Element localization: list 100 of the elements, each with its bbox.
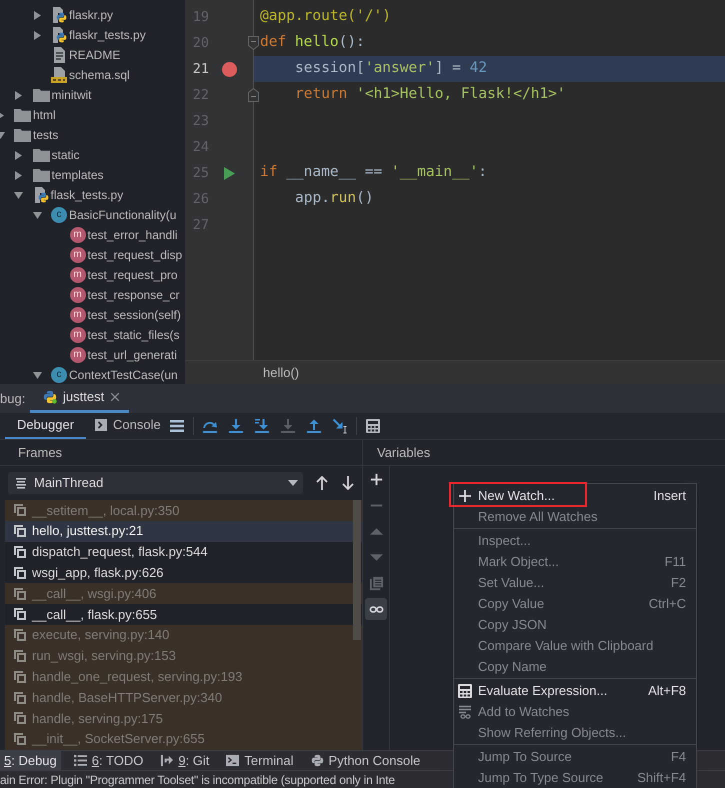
arrow-down-to-line-icon[interactable] (228, 418, 244, 434)
calculator-icon (458, 684, 472, 698)
tree-item[interactable]: test_response_cr (88, 286, 180, 304)
lines-glasses-icon (458, 704, 472, 718)
method-badge: m (70, 227, 86, 243)
plus-icon[interactable] (368, 472, 384, 486)
stack-frame[interactable]: hello, justtest.py:21 (5, 520, 362, 542)
tree-item[interactable]: flask_tests.py (50, 186, 124, 204)
code-line: @app.route('/') (260, 7, 391, 26)
breadcrumb-item[interactable]: hello() (263, 362, 300, 382)
code-line: app.run() (295, 189, 374, 208)
menu-item[interactable]: Evaluate Expression... Alt+F8 (454, 680, 696, 701)
text-file-icon (51, 47, 67, 63)
shortcut-text: Ctrl+C (648, 594, 686, 613)
overlapping-squares-icon (14, 525, 26, 538)
tree-item[interactable]: test_request_pro (88, 266, 178, 284)
caret-right-icon[interactable] (15, 150, 22, 160)
method-badge: m (70, 347, 86, 363)
python-file-icon (32, 187, 48, 203)
tree-item[interactable]: flaskr.py (69, 6, 114, 24)
variables-tool-button[interactable] (365, 598, 387, 620)
tree-item[interactable]: test_request_disp (88, 246, 182, 264)
plus-icon (458, 488, 472, 502)
method-badge: m (70, 307, 86, 323)
tree-item[interactable]: README (69, 46, 120, 64)
caret-down-icon[interactable] (14, 192, 23, 198)
tool-window-button[interactable]: 6: TODO (60, 751, 148, 770)
tree-item[interactable]: ContextTestCase(un (69, 366, 178, 384)
caret-down-icon[interactable] (32, 212, 42, 218)
python-file-icon (51, 27, 67, 43)
caret-right-icon[interactable] (15, 170, 22, 180)
lines-icon (16, 478, 26, 488)
shortcut-text: F2 (670, 574, 686, 592)
thread-dropdown[interactable]: MainThread (8, 472, 303, 494)
tool-window-button[interactable]: 9: Git (147, 751, 214, 770)
overlapping-squares-icon (14, 670, 26, 683)
class-badge: c (51, 367, 67, 383)
folder-icon (14, 108, 31, 122)
calculator-icon[interactable] (365, 418, 381, 434)
folder-icon (32, 168, 50, 182)
python-file-icon (51, 7, 67, 23)
caret-right-icon[interactable] (34, 10, 40, 20)
folder-icon (32, 148, 50, 162)
tool-window-button[interactable]: 5: Debug (0, 751, 61, 770)
caret-right-icon[interactable] (15, 90, 22, 100)
method-badge: m (70, 287, 86, 303)
caret-down-icon[interactable] (32, 372, 42, 378)
overlapping-squares-icon (14, 546, 26, 558)
bar-arrow-icon[interactable] (160, 754, 174, 767)
tree-item[interactable]: test_url_generati (88, 346, 177, 364)
overlapping-squares-icon (14, 733, 26, 746)
panel-title: Frames (18, 444, 62, 462)
shortcut-text: Shift+F4 (637, 768, 686, 787)
overlapping-squares-icon (14, 608, 26, 620)
debugger-tab[interactable]: Console (86, 413, 164, 439)
play-icon[interactable] (224, 166, 235, 180)
arrow-up-from-line-icon[interactable] (306, 418, 322, 434)
code-line: if __name__ == '__main__': (260, 163, 488, 182)
tree-item[interactable]: test_session(self) (88, 306, 181, 324)
caret-down-icon (288, 480, 298, 486)
terminal-icon[interactable] (226, 754, 240, 767)
tree-item[interactable]: test_static_files(s (88, 326, 180, 344)
shortcut-text: F11 (664, 552, 686, 571)
tree-item[interactable]: static (52, 146, 80, 164)
method-badge: m (70, 327, 86, 343)
method-badge: m (70, 247, 86, 263)
overlapping-squares-icon (14, 712, 26, 724)
tool-window-title: bug: (0, 390, 26, 408)
class-badge: c (51, 207, 67, 223)
python-icon[interactable] (310, 754, 324, 767)
fold-icon[interactable] (248, 36, 259, 50)
caret-right-icon[interactable] (34, 30, 40, 40)
tree-item[interactable]: templates (52, 166, 104, 184)
lines-arrow-down-icon[interactable] (254, 418, 270, 434)
code-line: def hello(): (260, 33, 365, 52)
shortcut-text: F4 (670, 748, 686, 766)
overlapping-squares-icon (14, 588, 26, 600)
list-icon[interactable] (74, 754, 87, 767)
breakpoint-icon[interactable] (222, 62, 237, 76)
tool-window-button[interactable]: Python Console (298, 751, 424, 770)
arrow-to-cursor-icon[interactable] (332, 418, 348, 434)
shortcut-text: Insert (653, 486, 686, 505)
tree-item[interactable]: test_error_handli (88, 226, 178, 244)
tree-item[interactable]: minitwit (52, 86, 92, 104)
fold-icon[interactable] (248, 88, 259, 102)
menu-icon[interactable] (169, 418, 185, 434)
menu-item[interactable]: New Watch... Insert (454, 485, 696, 506)
tree-item[interactable]: tests (33, 126, 58, 144)
overlapping-squares-icon (14, 504, 26, 516)
tool-window-button[interactable]: Terminal (213, 751, 298, 770)
python-icon (43, 390, 57, 404)
scrollbar-thumb[interactable] (353, 500, 361, 640)
tree-item[interactable]: BasicFunctionality(u (69, 206, 176, 224)
close-icon[interactable] (111, 393, 120, 401)
tree-item[interactable]: schema.sql (69, 66, 130, 84)
debugger-tab[interactable]: Debugger (5, 413, 86, 439)
folder-icon (14, 128, 31, 142)
tree-item[interactable]: html (33, 106, 56, 124)
tree-item[interactable]: flaskr_tests.py (69, 26, 146, 44)
code-line: return '<h1>Hello, Flask!</h1>' (295, 85, 566, 104)
